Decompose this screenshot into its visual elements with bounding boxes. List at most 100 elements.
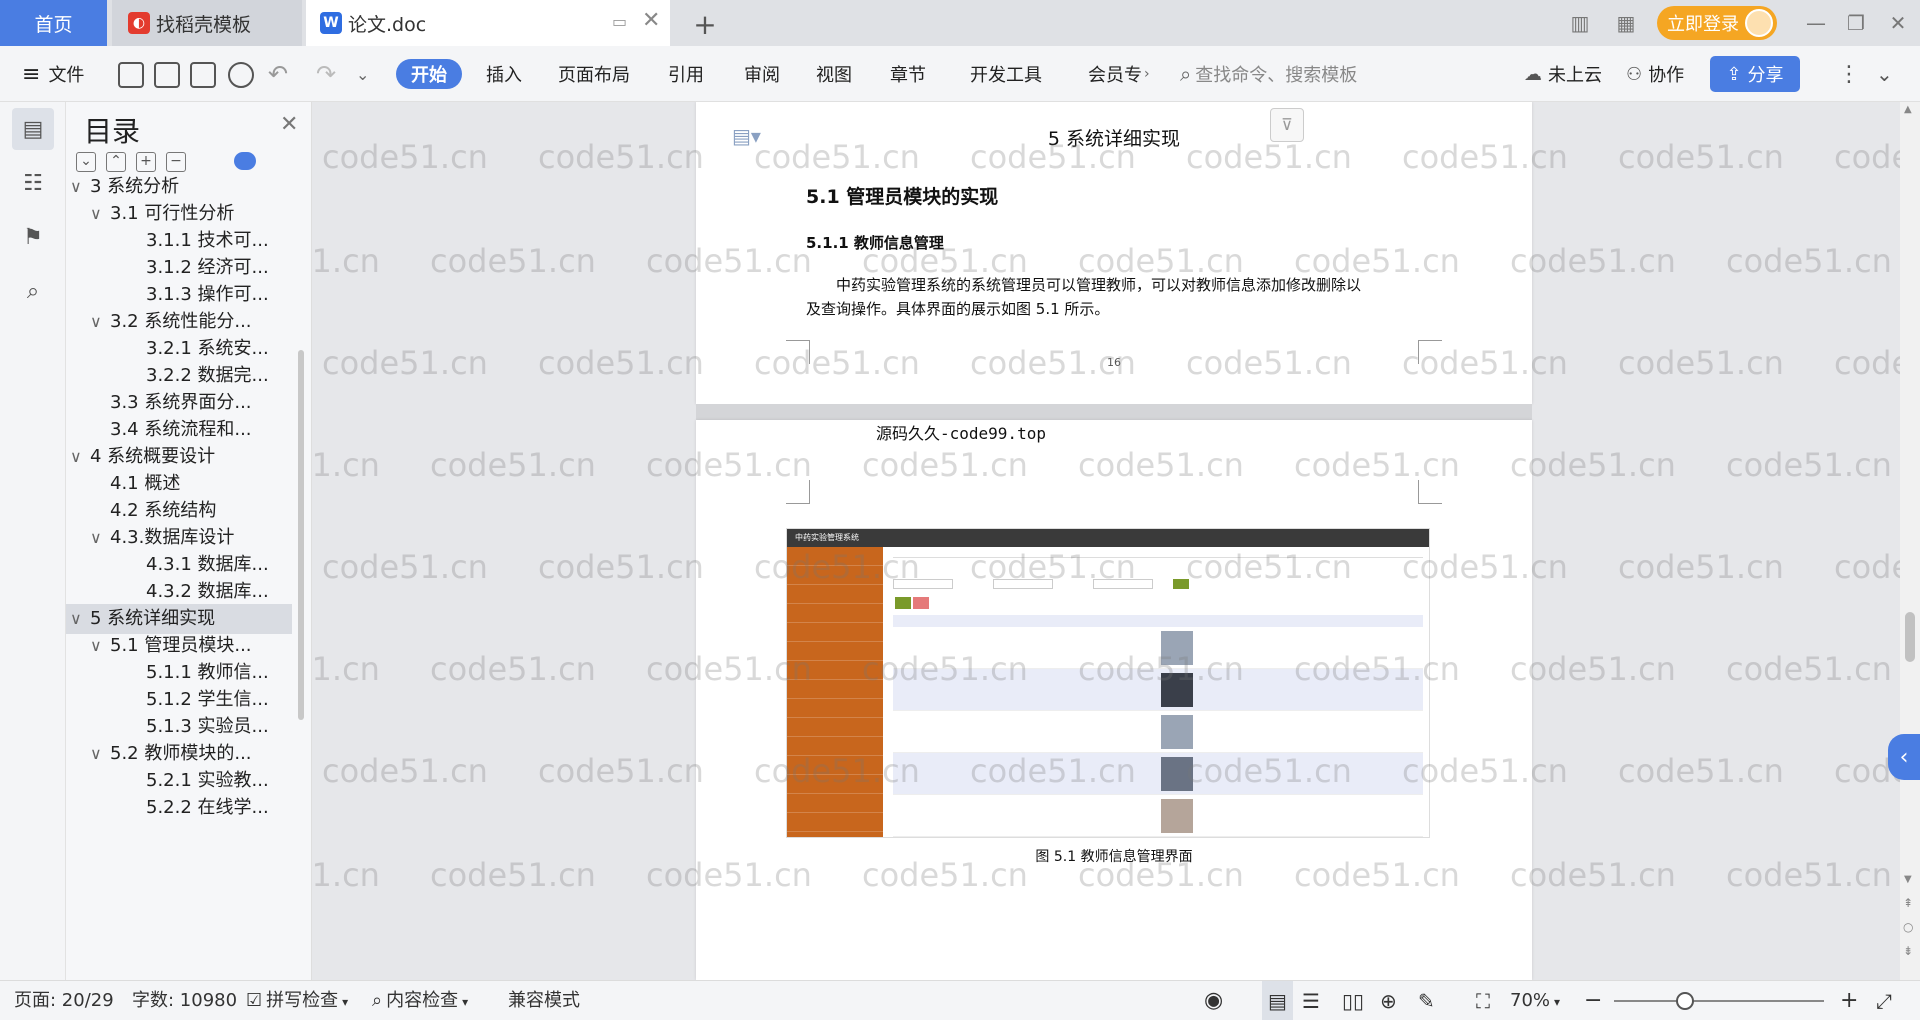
tab-chapter[interactable]: 章节 — [890, 46, 926, 102]
expand-caret-icon[interactable]: ∨ — [90, 739, 110, 769]
redo-icon[interactable]: ↷ — [316, 46, 336, 102]
expand-caret-icon[interactable]: ∨ — [90, 199, 110, 229]
zoom-slider-handle[interactable] — [1676, 992, 1694, 1010]
tab-developer[interactable]: 开发工具 — [970, 46, 1042, 102]
tab-home[interactable]: 首页 — [0, 0, 107, 46]
zoom-in-icon[interactable]: + — [1840, 981, 1858, 1020]
window-close-icon[interactable]: ✕ — [1878, 8, 1918, 38]
share-button[interactable]: ⇪ 分享 — [1710, 56, 1800, 92]
write-mode-icon[interactable]: ✎ — [1418, 981, 1435, 1020]
zoom-level[interactable]: 70% ▾ — [1510, 981, 1560, 1020]
toc-item[interactable]: 4.1 概述 — [66, 469, 292, 499]
toc-item[interactable]: ∨ 4 系统概要设计 — [66, 442, 292, 472]
toc-item[interactable]: 5.1.2 学生信... — [66, 685, 292, 715]
document-area[interactable]: ▤▾ 5 系统详细实现 5.1 管理员模块的实现 5.1.1 教师信息管理 中药… — [312, 102, 1900, 980]
restore-icon[interactable]: ❐ — [1836, 8, 1876, 38]
vertical-scrollbar[interactable]: ▲ ▼ ⇞ ○ ⇟ — [1900, 102, 1920, 980]
print-icon[interactable] — [190, 62, 216, 88]
toc-item[interactable]: ∨ 3.2 系统性能分... — [66, 307, 292, 337]
cloud-status[interactable]: ☁ 未上云 — [1524, 46, 1602, 102]
expand-caret-icon[interactable]: ∨ — [70, 172, 90, 202]
undo-icon[interactable]: ↶ — [268, 46, 288, 102]
collapse-ribbon-icon[interactable]: ⌄ — [1876, 46, 1893, 102]
collapse-all-icon[interactable]: ⌄ — [76, 152, 96, 172]
eye-protect-icon[interactable]: ◉ — [1204, 981, 1223, 1020]
tab-document[interactable]: W 论文.doc ▭ ✕ — [306, 0, 670, 46]
toc-item[interactable]: ∨ 4.3.数据库设计 — [66, 523, 292, 553]
toc-icon[interactable]: ▤ — [12, 108, 54, 150]
prev-page-icon[interactable]: ⇞ — [1903, 896, 1913, 910]
web-view-icon[interactable]: ⊕ — [1380, 981, 1397, 1020]
toc-item[interactable]: 3.4 系统流程和... — [66, 415, 292, 445]
fullscreen-icon[interactable]: ⤢ — [1876, 981, 1892, 1020]
toc-item[interactable]: 5.2.1 实验教... — [66, 766, 292, 796]
toc-close-icon[interactable]: ✕ — [280, 112, 298, 137]
export-icon[interactable] — [154, 62, 180, 88]
tab-review[interactable]: 审阅 — [744, 46, 780, 102]
collab-button[interactable]: ⚇ 协作 — [1626, 46, 1684, 102]
tab-template[interactable]: ◐ 找稻壳模板 — [112, 0, 302, 46]
toc-item[interactable]: ∨ 3 系统分析 — [66, 172, 292, 202]
bookmark-icon[interactable]: ⚑ — [12, 216, 54, 258]
tab-start[interactable]: 开始 — [396, 59, 462, 89]
toc-item[interactable]: 3.1.3 操作可... — [66, 280, 292, 310]
toc-item[interactable]: 5.1.3 实验员... — [66, 712, 292, 742]
screen-icon[interactable]: ▭ — [612, 12, 627, 31]
navigation-icon[interactable]: ☷ — [12, 162, 54, 204]
page-indicator[interactable]: 页面: 20/29 — [14, 981, 114, 1020]
layout-icon[interactable]: ▥ — [1560, 8, 1600, 38]
tab-close-icon[interactable]: ✕ — [642, 8, 660, 33]
toc-item[interactable]: ∨ 5.2 教师模块的... — [66, 739, 292, 769]
word-count[interactable]: 字数: 10980 — [132, 981, 237, 1020]
tab-insert[interactable]: 插入 — [486, 46, 522, 102]
expand-caret-icon[interactable]: ∨ — [70, 604, 90, 634]
new-tab-button[interactable]: + — [690, 8, 720, 41]
scroll-down-icon[interactable]: ▼ — [1904, 874, 1912, 885]
toc-item[interactable]: 4.2 系统结构 — [66, 496, 292, 526]
toc-item[interactable]: 3.2.2 数据完... — [66, 361, 292, 391]
tab-member[interactable]: 会员专 › — [1088, 46, 1150, 102]
toc-item[interactable]: 4.3.2 数据库... — [66, 577, 292, 607]
command-search[interactable]: ⌕ 查找命令、搜索模板 — [1180, 56, 1380, 92]
expand-caret-icon[interactable]: ∨ — [90, 307, 110, 337]
toc-scrollbar[interactable] — [298, 350, 304, 720]
toc-item[interactable]: ∨ 5.1 管理员模块... — [66, 631, 292, 661]
toc-item[interactable]: ∨ 5 系统详细实现 — [66, 604, 292, 634]
add-heading-icon[interactable]: + — [136, 152, 156, 172]
expand-caret-icon[interactable]: ∨ — [90, 631, 110, 661]
login-button[interactable]: 立即登录 — [1657, 6, 1777, 40]
more-icon[interactable]: ⋮ — [1838, 46, 1860, 102]
tab-references[interactable]: 引用 — [668, 46, 704, 102]
tab-page-layout[interactable]: 页面布局 — [558, 46, 630, 102]
toc-item[interactable]: 3.1.1 技术可... — [66, 226, 292, 256]
toc-item[interactable]: 3.3 系统界面分... — [66, 388, 292, 418]
select-browse-icon[interactable]: ○ — [1903, 920, 1913, 934]
read-view-icon[interactable]: ▯▯ — [1342, 981, 1364, 1020]
zoom-slider[interactable] — [1614, 1000, 1824, 1002]
page-view-icon[interactable]: ▤ — [1262, 981, 1293, 1020]
side-panel-toggle-icon[interactable]: ‹ — [1888, 734, 1920, 780]
document-page[interactable]: 源码久久-code99.top 中药实验管理系统 图 5.1 教师信息管理界面 — [696, 420, 1532, 980]
fit-page-icon[interactable]: ⛶ — [1476, 981, 1490, 1020]
remove-heading-icon[interactable]: − — [166, 152, 186, 172]
minimize-icon[interactable]: — — [1796, 8, 1836, 38]
tab-view[interactable]: 视图 — [816, 46, 852, 102]
spell-check[interactable]: ☑ 拼写检查 ▾ — [246, 981, 348, 1020]
toc-item[interactable]: 4.3.1 数据库... — [66, 550, 292, 580]
toc-item[interactable]: 3.1.2 经济可... — [66, 253, 292, 283]
save-icon[interactable] — [118, 62, 144, 88]
expand-caret-icon[interactable]: ∨ — [70, 442, 90, 472]
expand-up-icon[interactable]: ⌃ — [106, 152, 126, 172]
toc-item[interactable]: 5.2.2 在线学... — [66, 793, 292, 823]
preview-icon[interactable] — [228, 62, 254, 88]
scroll-up-icon[interactable]: ▲ — [1904, 104, 1912, 115]
zoom-out-icon[interactable]: − — [1584, 981, 1602, 1020]
file-menu[interactable]: ≡ 文件 — [22, 46, 84, 102]
apps-grid-icon[interactable]: ▦ — [1606, 8, 1646, 38]
toc-item[interactable]: 3.2.1 系统安... — [66, 334, 292, 364]
scroll-thumb[interactable] — [1905, 612, 1915, 662]
outline-view-icon[interactable]: ☰ — [1302, 981, 1320, 1020]
content-check[interactable]: ⌕ 内容检查 ▾ — [372, 981, 468, 1020]
customize-dropdown-icon[interactable]: ⌄ — [356, 46, 369, 102]
next-page-icon[interactable]: ⇟ — [1903, 944, 1913, 958]
